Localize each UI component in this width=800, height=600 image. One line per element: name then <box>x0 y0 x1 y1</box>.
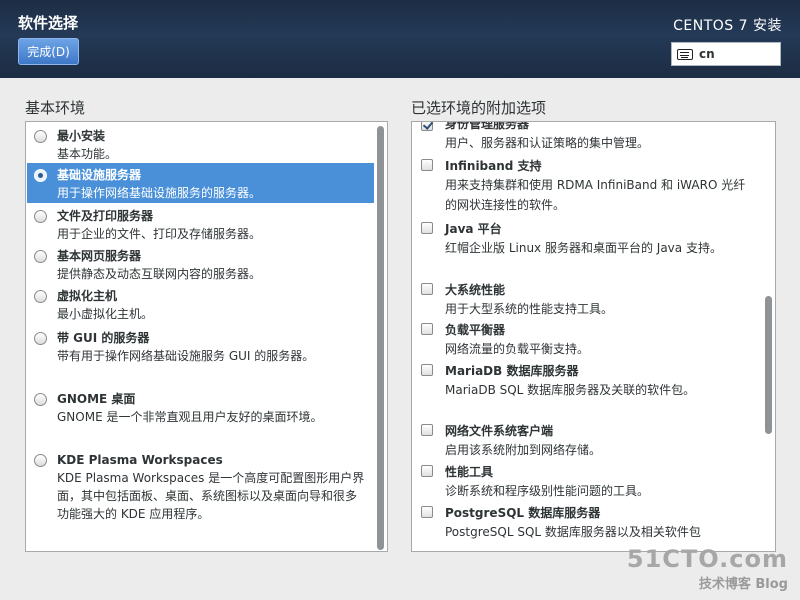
env-item-infrastructure[interactable]: 基础设施服务器 用于操作网络基础设施服务的服务器。 <box>27 163 374 203</box>
scrollbar-thumb[interactable] <box>377 126 384 550</box>
addon-item-mariadb[interactable]: MariaDB 数据库服务器 MariaDB SQL 数据库服务器及关联的软件包… <box>413 362 753 400</box>
radio-button[interactable] <box>34 332 47 345</box>
watermark-sub: 技术博客 <box>698 577 751 592</box>
env-item-server-gui[interactable]: 带 GUI 的服务器 带有用于操作网络基础设施服务 GUI 的服务器。 <box>27 326 374 365</box>
addon-name: PostgreSQL 数据库服务器 <box>445 506 601 520</box>
addon-desc: 网络流量的负载平衡支持。 <box>445 342 590 356</box>
env-name: 最小安装 <box>57 129 106 143</box>
base-env-label: 基本环境 <box>25 99 86 117</box>
keyboard-icon <box>677 48 693 60</box>
radio-button[interactable] <box>34 210 47 223</box>
radio-button[interactable] <box>34 130 47 143</box>
scrollbar-thumb[interactable] <box>765 296 772 434</box>
env-item-gnome[interactable]: GNOME 桌面 GNOME 是一个非常直观且用户友好的桌面环境。 <box>27 387 374 426</box>
checkbox-checked[interactable] <box>421 122 433 131</box>
keyboard-layout-label: cn <box>699 47 715 61</box>
checkbox[interactable] <box>421 465 433 477</box>
checkbox[interactable] <box>421 506 433 518</box>
addon-desc: MariaDB SQL 数据库服务器及关联的软件包。 <box>445 383 696 397</box>
addon-item-identity[interactable]: 身份管理服务器 用户、服务器和认证策略的集中管理。 <box>413 121 753 153</box>
addon-item-nfs-client[interactable]: 网络文件系统客户端 启用该系统附加到网络存储。 <box>413 422 753 460</box>
checkbox[interactable] <box>421 283 433 295</box>
env-item-minimal[interactable]: 最小安装 基本功能。 <box>27 124 374 163</box>
watermark-subtitle: 技术博客 Blog <box>627 573 788 592</box>
header-bar: 软件选择 完成(D) CENTOS 7 安装 cn <box>0 0 800 78</box>
env-desc: GNOME 是一个非常直观且用户友好的桌面环境。 <box>57 410 323 424</box>
addon-item-large-system[interactable]: 大系统性能 用于大型系统的性能支持工具。 <box>413 281 753 319</box>
radio-button[interactable] <box>34 454 47 467</box>
addon-name: Infiniband 支持 <box>445 159 542 173</box>
watermark: 51CTO.com 技术博客 Blog <box>627 545 788 592</box>
done-button[interactable]: 完成(D) <box>18 38 79 65</box>
addon-desc: 红帽企业版 Linux 服务器和桌面平台的 Java 支持。 <box>445 241 722 255</box>
env-desc: 用于企业的文件、打印及存储服务器。 <box>57 227 262 241</box>
base-env-scrollbar[interactable] <box>374 122 386 551</box>
env-desc: 用于操作网络基础设施服务的服务器。 <box>57 186 262 200</box>
radio-button-selected[interactable] <box>34 169 47 182</box>
env-item-kde[interactable]: KDE Plasma Workspaces KDE Plasma Workspa… <box>27 448 374 523</box>
addon-desc: 用户、服务器和认证策略的集中管理。 <box>445 136 650 150</box>
env-desc: 提供静态及动态互联网内容的服务器。 <box>57 267 262 281</box>
addons-scrollbar[interactable] <box>762 122 774 551</box>
checkbox[interactable] <box>421 424 433 436</box>
env-desc: 基本功能。 <box>57 147 118 161</box>
env-name: KDE Plasma Workspaces <box>57 453 223 467</box>
env-desc: KDE Plasma Workspaces 是一个高度可配置图形用户界面，其中包… <box>57 471 365 521</box>
addon-desc: 启用该系统附加到网络存储。 <box>445 443 602 457</box>
addon-name: 网络文件系统客户端 <box>445 424 554 438</box>
watermark-blog: Blog <box>755 577 788 592</box>
addon-desc: 用来支持集群和使用 RDMA InfiniBand 和 iWARO 光纤的网状连… <box>445 178 746 212</box>
watermark-site: 51CTO.com <box>626 545 788 573</box>
addons-label: 已选环境的附加选项 <box>411 99 547 117</box>
addon-desc: PostgreSQL SQL 数据库服务器以及相关软件包 <box>445 525 701 539</box>
product-title: CENTOS 7 安装 <box>673 18 782 34</box>
addon-name: MariaDB 数据库服务器 <box>445 364 579 378</box>
env-name: GNOME 桌面 <box>57 392 136 406</box>
addon-item-java[interactable]: Java 平台 红帽企业版 Linux 服务器和桌面平台的 Java 支持。 <box>413 220 753 258</box>
radio-button[interactable] <box>34 290 47 303</box>
env-name: 基础设施服务器 <box>57 168 142 182</box>
addon-name: 大系统性能 <box>445 283 506 297</box>
env-name: 基本网页服务器 <box>57 249 142 263</box>
addon-name: 身份管理服务器 <box>445 121 530 131</box>
env-item-file-print[interactable]: 文件及打印服务器 用于企业的文件、打印及存储服务器。 <box>27 204 374 243</box>
env-item-web-server[interactable]: 基本网页服务器 提供静态及动态互联网内容的服务器。 <box>27 244 374 283</box>
radio-button[interactable] <box>34 393 47 406</box>
addons-list[interactable]: 身份管理服务器 用户、服务器和认证策略的集中管理。 Infiniband 支持 … <box>411 121 776 552</box>
addon-desc: 诊断系统和程序级别性能问题的工具。 <box>445 484 650 498</box>
addon-item-load-balancer[interactable]: 负载平衡器 网络流量的负载平衡支持。 <box>413 321 753 359</box>
checkbox[interactable] <box>421 323 433 335</box>
addon-name: 性能工具 <box>445 465 494 479</box>
addon-item-infiniband[interactable]: Infiniband 支持 用来支持集群和使用 RDMA InfiniBand … <box>413 157 753 215</box>
env-desc: 最小虚拟化主机。 <box>57 307 154 321</box>
addon-item-perf-tools[interactable]: 性能工具 诊断系统和程序级别性能问题的工具。 <box>413 463 753 501</box>
checkbox[interactable] <box>421 222 433 234</box>
addon-item-postgresql[interactable]: PostgreSQL 数据库服务器 PostgreSQL SQL 数据库服务器以… <box>413 504 753 542</box>
env-name: 虚拟化主机 <box>57 289 118 303</box>
addon-desc: 用于大型系统的性能支持工具。 <box>445 302 614 316</box>
env-item-virtualization[interactable]: 虚拟化主机 最小虚拟化主机。 <box>27 284 374 323</box>
addon-name: 负载平衡器 <box>445 323 506 337</box>
checkbox[interactable] <box>421 159 433 171</box>
addon-name: Java 平台 <box>445 222 502 236</box>
env-name: 文件及打印服务器 <box>57 209 154 223</box>
base-env-list[interactable]: 最小安装 基本功能。 基础设施服务器 用于操作网络基础设施服务的服务器。 文件及… <box>25 121 388 552</box>
env-desc: 带有用于操作网络基础设施服务 GUI 的服务器。 <box>57 349 315 363</box>
radio-button[interactable] <box>34 250 47 263</box>
keyboard-layout-indicator[interactable]: cn <box>671 42 781 66</box>
checkbox[interactable] <box>421 364 433 376</box>
page-title: 软件选择 <box>18 14 79 32</box>
env-name: 带 GUI 的服务器 <box>57 331 150 345</box>
